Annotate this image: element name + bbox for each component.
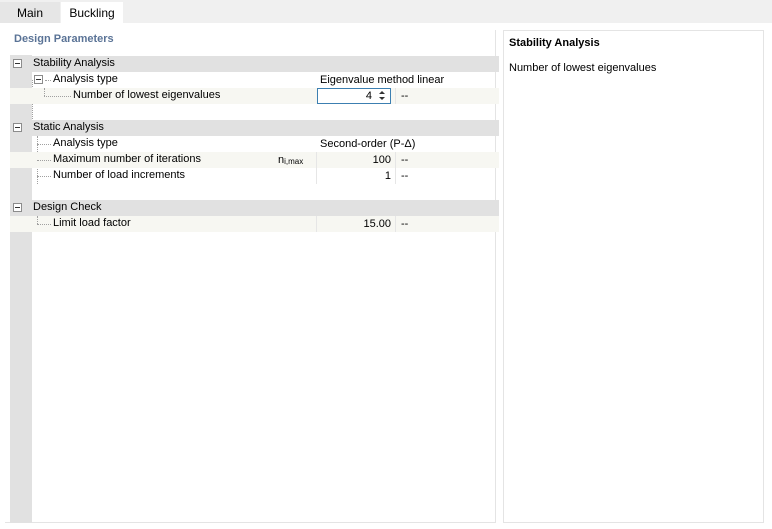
row-label: Maximum number of iterations	[53, 153, 201, 165]
unit: --	[395, 88, 499, 104]
analysis-type-value[interactable]: Eigenvalue method linear	[316, 72, 496, 88]
static-analysis-type-value[interactable]: Second-order (P-Δ)	[316, 136, 496, 152]
info-panel: Stability Analysis Number of lowest eige…	[503, 30, 764, 523]
row-stability-analysis-type[interactable]: Analysis type Eigenvalue method linear	[10, 72, 499, 88]
group-label: Design Check	[33, 201, 102, 213]
row-max-iterations[interactable]: Maximum number of iterations ni,max 100 …	[10, 152, 499, 168]
tab-bar: Main Buckling	[0, 0, 772, 24]
row-number-of-eigenvalues[interactable]: Number of lowest eigenvalues 4 --	[10, 88, 499, 104]
row-label: Number of lowest eigenvalues	[73, 89, 221, 101]
collapse-icon[interactable]	[13, 203, 22, 212]
tree-line	[45, 80, 51, 81]
tab-buckling[interactable]: Buckling	[61, 2, 123, 24]
row-label: Analysis type	[53, 137, 118, 149]
tab-content: Design Parameters Stability Analysis Ana…	[0, 23, 772, 529]
tree-line	[37, 144, 51, 145]
eigenvalues-spinbox[interactable]: 4	[317, 88, 391, 104]
group-label: Static Analysis	[33, 121, 104, 133]
group-label: Stability Analysis	[33, 57, 115, 69]
max-iterations-value[interactable]: 100	[316, 152, 394, 168]
design-parameters-panel: Design Parameters Stability Analysis Ana…	[5, 30, 499, 523]
group-stability-analysis[interactable]: Stability Analysis	[10, 56, 499, 72]
unit: --	[395, 216, 499, 232]
group-design-check[interactable]: Design Check	[10, 200, 499, 216]
tree-line	[37, 176, 51, 177]
row-load-increments[interactable]: Number of load increments 1 --	[10, 168, 499, 184]
unit: --	[395, 152, 499, 168]
collapse-icon[interactable]	[13, 123, 22, 132]
tree-line	[37, 224, 51, 225]
symbol: ni,max	[278, 154, 304, 166]
row-limit-load-factor[interactable]: Limit load factor 15.00 --	[10, 216, 499, 232]
collapse-icon[interactable]	[13, 59, 22, 68]
info-title: Stability Analysis	[509, 37, 600, 49]
row-label: Limit load factor	[53, 217, 131, 229]
tab-main[interactable]: Main	[0, 2, 60, 24]
load-increments-value[interactable]: 1	[316, 168, 394, 184]
collapse-icon[interactable]	[34, 75, 43, 84]
tree-line	[37, 160, 51, 161]
limit-load-factor-value[interactable]: 15.00	[316, 216, 394, 232]
group-static-analysis[interactable]: Static Analysis	[10, 120, 499, 136]
info-text: Number of lowest eigenvalues	[509, 62, 657, 74]
row-static-analysis-type[interactable]: Analysis type Second-order (P-Δ)	[10, 136, 499, 184]
spinbox-value[interactable]: 4	[366, 90, 372, 102]
unit: --	[395, 168, 499, 184]
spinbox-arrows[interactable]	[379, 90, 387, 102]
spin-up-icon[interactable]	[379, 91, 385, 94]
spin-down-icon[interactable]	[379, 97, 385, 100]
tree-line	[44, 96, 71, 97]
tree-line	[44, 88, 45, 96]
row-label: Number of load increments	[53, 169, 186, 181]
panel-title: Design Parameters	[14, 33, 114, 45]
tree-line	[37, 216, 38, 224]
row-label: Analysis type	[53, 73, 118, 85]
